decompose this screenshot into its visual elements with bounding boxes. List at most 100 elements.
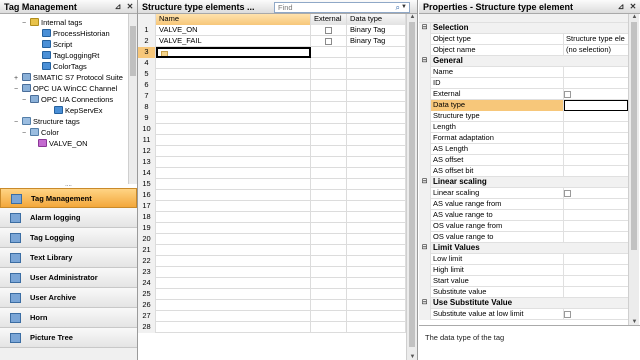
property-category[interactable]: ⊟ General — [419, 56, 628, 67]
expander-icon[interactable]: − — [22, 128, 30, 139]
data-type-cell[interactable] — [347, 91, 406, 102]
column-header-name[interactable]: Name — [156, 14, 311, 25]
property-value[interactable] — [564, 155, 628, 166]
property-value[interactable] — [564, 287, 628, 298]
external-cell[interactable] — [311, 36, 347, 47]
data-type-cell[interactable] — [347, 289, 406, 300]
property-value[interactable] — [564, 67, 628, 78]
external-cell[interactable] — [311, 300, 347, 311]
external-cell[interactable] — [311, 234, 347, 245]
property-value[interactable] — [564, 221, 628, 232]
scroll-up-icon[interactable]: ▲ — [630, 14, 639, 20]
table-row[interactable]: 17 — [138, 201, 406, 212]
property-value[interactable] — [564, 276, 628, 287]
property-category[interactable]: ⊟ Limit Values — [419, 243, 628, 254]
nav-item[interactable]: Alarm logging — [0, 208, 137, 228]
column-header-data-type[interactable]: Data type — [347, 14, 406, 25]
property-row[interactable]: Start value — [419, 276, 628, 287]
property-value[interactable] — [564, 166, 628, 177]
name-cell[interactable] — [156, 146, 311, 157]
external-checkbox[interactable] — [325, 38, 332, 45]
data-type-cell[interactable] — [347, 256, 406, 267]
tree-node[interactable]: − OPC UA Connections — [22, 94, 113, 105]
tree-node[interactable]: − Structure tags — [14, 116, 80, 127]
property-value[interactable] — [564, 78, 628, 89]
data-type-cell[interactable] — [347, 146, 406, 157]
external-cell[interactable] — [311, 168, 347, 179]
external-cell[interactable] — [311, 47, 347, 58]
tree-node[interactable]: Script — [34, 39, 72, 50]
table-row[interactable]: 26 — [138, 300, 406, 311]
property-value[interactable] — [564, 232, 628, 243]
nav-item[interactable]: Picture Tree — [0, 328, 137, 348]
external-cell[interactable] — [311, 113, 347, 124]
external-cell[interactable] — [311, 179, 347, 190]
table-row[interactable]: 16 — [138, 190, 406, 201]
property-row[interactable]: Substitute value at low limit — [419, 309, 628, 320]
properties-scrollbar-thumb[interactable] — [631, 22, 637, 250]
tree-node[interactable]: KepServEx — [46, 105, 103, 116]
name-cell[interactable] — [156, 91, 311, 102]
scroll-up-icon[interactable]: ▲ — [408, 14, 417, 20]
property-row[interactable]: Linear scaling — [419, 188, 628, 199]
property-checkbox[interactable] — [564, 311, 571, 318]
property-row[interactable]: Name — [419, 67, 628, 78]
name-cell[interactable] — [156, 135, 311, 146]
nav-item[interactable]: Tag Management — [0, 188, 137, 208]
tree-scrollbar[interactable] — [128, 14, 137, 184]
data-type-cell[interactable] — [347, 234, 406, 245]
external-cell[interactable] — [311, 190, 347, 201]
external-cell[interactable] — [311, 102, 347, 113]
table-row[interactable]: 22 — [138, 256, 406, 267]
name-cell[interactable] — [156, 102, 311, 113]
tree-node[interactable]: ColorTags — [34, 61, 87, 72]
name-cell[interactable] — [156, 267, 311, 278]
property-value[interactable] — [564, 254, 628, 265]
table-row[interactable]: 28 — [138, 322, 406, 333]
tree-node[interactable]: TagLoggingRt — [34, 50, 99, 61]
find-input[interactable]: Find — [278, 3, 293, 12]
property-row[interactable]: OS value range to — [419, 232, 628, 243]
data-type-cell[interactable] — [347, 190, 406, 201]
property-row[interactable]: Substitute value — [419, 287, 628, 298]
scroll-down-icon[interactable]: ▼ — [408, 354, 417, 360]
name-cell[interactable] — [156, 234, 311, 245]
expander-icon[interactable]: − — [22, 95, 30, 106]
table-row[interactable]: 25 — [138, 289, 406, 300]
property-row[interactable]: Data type — [419, 100, 628, 111]
name-cell[interactable] — [156, 223, 311, 234]
table-row[interactable]: 4 — [138, 58, 406, 69]
table-row[interactable]: 12 — [138, 146, 406, 157]
expander-icon[interactable]: − — [14, 84, 22, 95]
property-category[interactable]: ⊟ Linear scaling — [419, 177, 628, 188]
tree-node[interactable]: ProcessHistorian — [34, 28, 110, 39]
name-cell[interactable] — [156, 322, 311, 333]
data-type-cell[interactable] — [347, 267, 406, 278]
data-type-cell[interactable] — [347, 69, 406, 80]
data-type-cell[interactable] — [347, 58, 406, 69]
find-box[interactable]: Find ⌕ ▼ — [274, 2, 410, 13]
grid-scrollbar-thumb[interactable] — [409, 22, 415, 347]
name-cell[interactable] — [156, 245, 311, 256]
table-row[interactable]: 3 — [138, 47, 406, 58]
table-row[interactable]: 9 — [138, 113, 406, 124]
property-row[interactable]: Structure type — [419, 111, 628, 122]
table-row[interactable]: 20 — [138, 234, 406, 245]
data-type-cell[interactable] — [347, 311, 406, 322]
property-checkbox[interactable] — [564, 190, 571, 197]
external-cell[interactable] — [311, 124, 347, 135]
property-value[interactable] — [564, 100, 628, 111]
data-type-cell[interactable] — [347, 102, 406, 113]
tree-node[interactable]: − Internal tags — [22, 17, 82, 28]
table-row[interactable]: 18 — [138, 212, 406, 223]
search-icon[interactable]: ⌕ — [396, 3, 400, 12]
external-cell[interactable] — [311, 278, 347, 289]
external-cell[interactable] — [311, 201, 347, 212]
data-type-cell[interactable] — [347, 168, 406, 179]
data-type-cell[interactable] — [347, 212, 406, 223]
property-value[interactable] — [564, 122, 628, 133]
data-type-cell[interactable] — [347, 113, 406, 124]
nav-item[interactable]: Horn — [0, 308, 137, 328]
property-value[interactable] — [564, 265, 628, 276]
name-cell[interactable] — [156, 278, 311, 289]
